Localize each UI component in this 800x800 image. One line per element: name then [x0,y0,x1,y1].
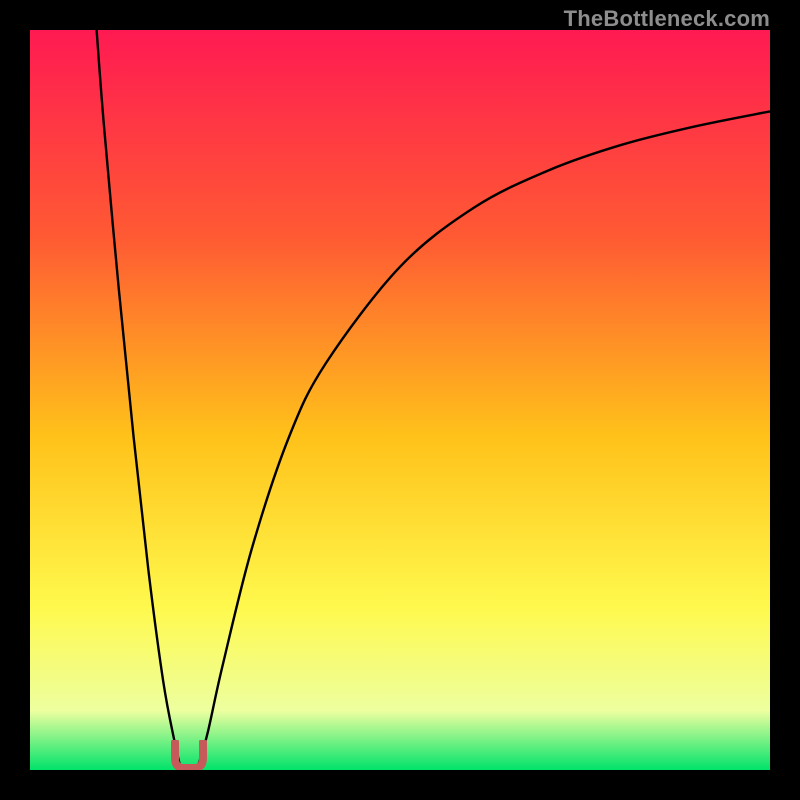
watermark-text: TheBottleneck.com [564,6,770,32]
plot-area [30,30,770,770]
bottleneck-curve [30,30,770,770]
chart-frame: TheBottleneck.com [0,0,800,800]
